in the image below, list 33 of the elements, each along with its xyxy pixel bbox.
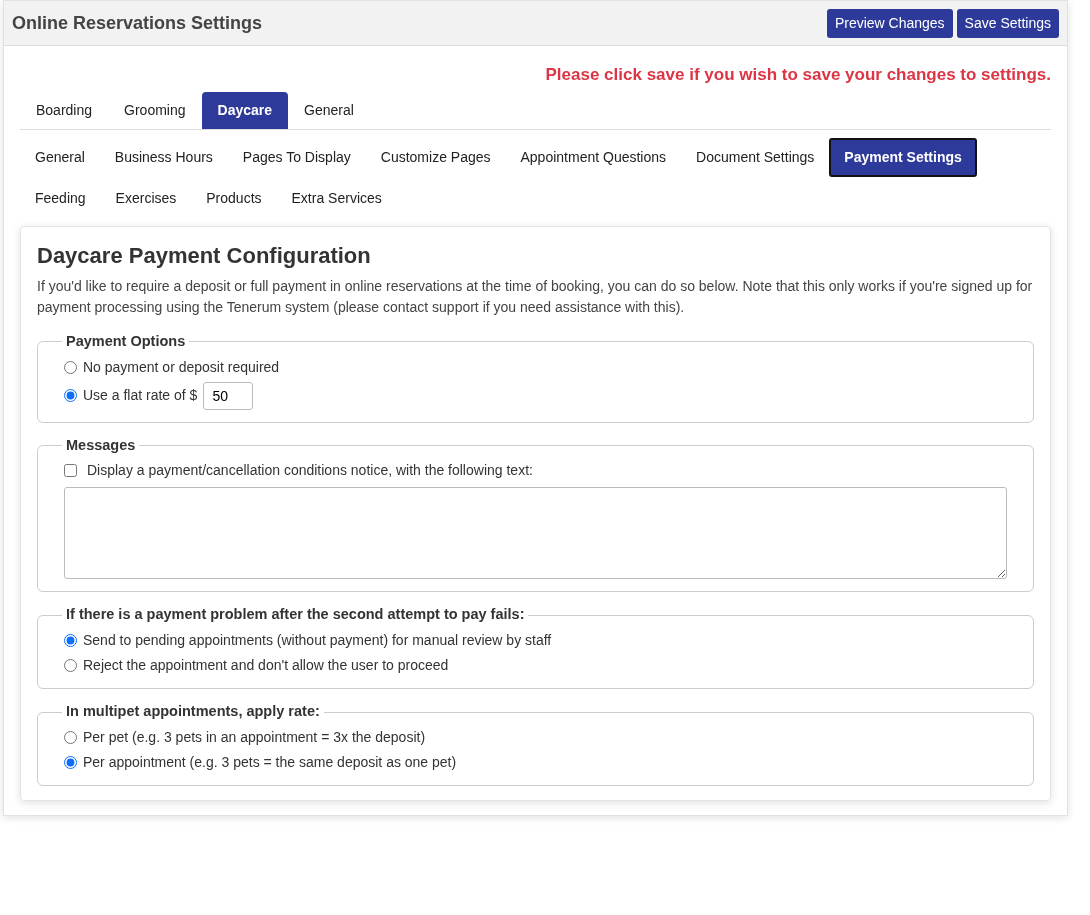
save-button[interactable]: Save Settings — [956, 8, 1059, 38]
save-notice: Please click save if you wish to save your changes to settings. — [545, 64, 1051, 86]
tab[interactable]: Boarding — [20, 91, 109, 129]
sub-tab[interactable]: Pages To Display — [227, 137, 366, 177]
tab[interactable]: General — [288, 91, 370, 129]
sub-tab[interactable]: Exercises — [100, 178, 192, 218]
group-legend: If there is a payment problem after the second attempt to pay fails: — [62, 604, 529, 627]
radio-label: Reject the appointment and don't allow the user to proceed — [83, 656, 449, 676]
preview-button[interactable]: Preview Changes — [826, 8, 953, 38]
section-title: Daycare Payment Configuration — [37, 241, 372, 270]
radio-label: No payment or deposit required — [83, 357, 280, 377]
group-legend: Payment Options — [62, 330, 190, 353]
radio-label: Send to pending appointments (without payment) for manual review by staff — [83, 631, 552, 651]
page-title: Online Reservations Settings — [12, 11, 263, 35]
radio-label: Per pet (e.g. 3 pets in an appointment = 3x the deposit) — [83, 727, 426, 747]
radio-label: Use a flat rate of $ — [83, 386, 198, 406]
sub-tab[interactable]: Payment Settings — [829, 137, 977, 177]
tab[interactable]: Grooming — [108, 91, 202, 129]
sub-tab[interactable]: Products — [191, 178, 277, 218]
sub-tab[interactable]: Extra Services — [276, 178, 397, 218]
tab[interactable]: Daycare — [201, 91, 288, 129]
sub-tab[interactable]: General — [20, 137, 100, 177]
sub-tab[interactable]: Feeding — [20, 178, 101, 218]
group-legend: Messages — [62, 434, 140, 457]
sub-tab[interactable]: Document Settings — [681, 137, 830, 177]
checkbox-label: Display a payment/cancellation conditions notice, with the following text: — [87, 461, 533, 481]
amount-field[interactable]: 50 — [203, 381, 254, 410]
section-description: If you'd like to require a deposit or full payment in online reservations at the time of booking, you can do so below. Note that this only works if you're signed up for payment processing using the Tenerum system (please contact support if you need assistance with this). — [37, 276, 1034, 318]
sub-tab[interactable]: Business Hours — [99, 137, 228, 177]
sub-tab[interactable]: Appointment Questions — [505, 137, 682, 177]
radio-label: Per appointment (e.g. 3 pets = the same deposit as one pet) — [83, 752, 457, 772]
sub-tab[interactable]: Customize Pages — [365, 137, 506, 177]
group-legend: In multipet appointments, apply rate: — [62, 701, 324, 723]
